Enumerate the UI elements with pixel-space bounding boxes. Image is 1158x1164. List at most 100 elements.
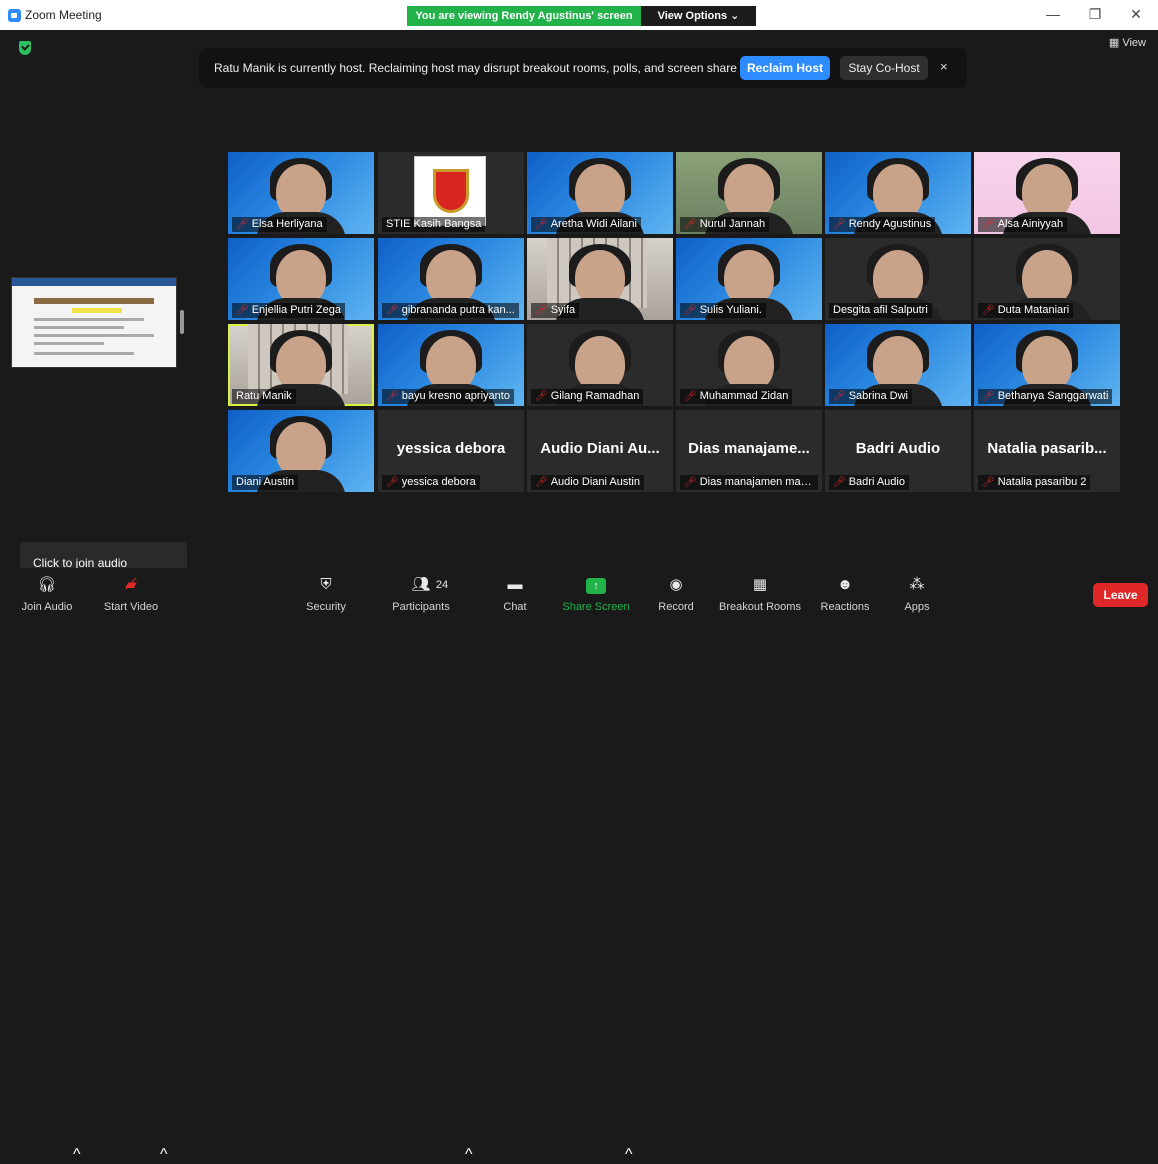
reactions-label: Reactions xyxy=(820,601,870,613)
restore-icon[interactable]: ❐ xyxy=(1085,6,1105,23)
participants-label: Participants xyxy=(392,601,450,613)
audio-caret-icon[interactable]: ^ xyxy=(73,1146,81,1164)
participant-tile[interactable]: Dias manajame... 🎤︎ Dias manajamen malam xyxy=(676,410,822,492)
participant-display-name: Audio Diani Au... xyxy=(540,440,660,457)
stay-cohost-button[interactable]: Stay Co-Host xyxy=(840,56,928,80)
participant-name: Ratu Manik xyxy=(236,390,292,402)
participant-tile[interactable]: Audio Diani Au... 🎤︎ Audio Diani Austin xyxy=(527,410,673,492)
participant-name: Gilang Ramadhan xyxy=(550,390,640,402)
participant-name-label: 🎤︎ Gilang Ramadhan xyxy=(531,389,644,404)
zoom-logo-icon xyxy=(8,9,21,22)
participant-tile[interactable]: 🎤︎ Sulis Yuliani. xyxy=(676,238,822,320)
muted-mic-icon: 🎤︎ xyxy=(982,391,995,402)
record-button[interactable]: ◉ Record xyxy=(654,568,698,616)
participant-name: Sulis Yuliani. xyxy=(699,304,762,316)
participant-name-label: 🎤︎ Audio Diani Austin xyxy=(531,475,644,490)
headphones-icon: 🎧︎ xyxy=(37,576,57,593)
share-screen-label: Share Screen xyxy=(562,601,630,613)
participant-tile[interactable]: Badri Audio 🎤︎ Badri Audio xyxy=(825,410,971,492)
muted-mic-icon: 🎤︎ xyxy=(684,219,697,230)
participant-tile[interactable]: Diani Austin xyxy=(228,410,374,492)
participant-tile[interactable]: 🎤︎ gibrananda putra kan... xyxy=(378,238,524,320)
participant-name-label: 🎤︎ yessica debora xyxy=(382,475,480,490)
muted-mic-icon: 🎤︎ xyxy=(833,219,846,230)
minimize-icon[interactable]: — xyxy=(1043,6,1063,22)
participant-tile[interactable]: 🎤︎ Alsa Ainiyyah xyxy=(974,152,1120,234)
participant-tile[interactable]: Natalia pasarib... 🎤︎ Natalia pasaribu 2 xyxy=(974,410,1120,492)
close-notice-icon[interactable]: × xyxy=(940,59,948,74)
panel-resize-handle[interactable] xyxy=(180,310,184,334)
shared-screen-thumbnail[interactable] xyxy=(11,277,177,368)
view-options-label: View Options xyxy=(657,10,728,22)
start-video-button[interactable]: ▰̸ Start Video xyxy=(96,568,166,616)
participant-name-label: 🎤︎ Rendy Agustinus xyxy=(829,217,936,232)
chat-button[interactable]: ▬ Chat xyxy=(495,568,535,616)
breakout-grid-icon: ▦ xyxy=(752,576,768,593)
view-options-button[interactable]: View Options ⌄ xyxy=(641,6,756,26)
apps-label: Apps xyxy=(904,601,930,613)
breakout-rooms-label: Breakout Rooms xyxy=(719,601,801,613)
video-caret-icon[interactable]: ^ xyxy=(160,1146,168,1164)
meeting-stage: ▦ View Ratu Manik is currently host. Rec… xyxy=(0,30,1158,593)
participant-tile[interactable]: 🎤︎ Syifa xyxy=(527,238,673,320)
share-screen-button[interactable]: ↑ Share Screen xyxy=(560,568,632,616)
participant-name: STIE Kasih Bangsa xyxy=(386,218,482,230)
encryption-shield-icon[interactable] xyxy=(19,41,31,55)
participant-name: Audio Diani Austin xyxy=(550,476,640,488)
participant-tile[interactable]: 🎤︎ Rendy Agustinus xyxy=(825,152,971,234)
participant-tile[interactable]: 🎤︎ Sabrina Dwi xyxy=(825,324,971,406)
muted-mic-icon: 🎤︎ xyxy=(386,391,399,402)
breakout-rooms-button[interactable]: ▦ Breakout Rooms xyxy=(716,568,804,616)
participant-name-label: Ratu Manik xyxy=(232,389,296,404)
security-button[interactable]: ⛨ Security xyxy=(296,568,356,616)
participant-name-label: 🎤︎ Dias manajamen malam xyxy=(680,475,818,490)
participant-name: Muhammad Zidan xyxy=(699,390,789,402)
muted-mic-icon: 🎤︎ xyxy=(386,477,399,488)
security-shield-icon: ⛨ xyxy=(320,576,332,593)
record-label: Record xyxy=(658,601,694,613)
participant-tile[interactable]: 🎤︎ Nurul Jannah xyxy=(676,152,822,234)
participant-name-label: 🎤︎ Syifa xyxy=(531,303,580,318)
participant-tile[interactable]: 🎤︎ Elsa Herliyana xyxy=(228,152,374,234)
viewing-screen-banner: You are viewing Rendy Agustinus' screen xyxy=(407,6,641,26)
share-arrow-icon: ↑ xyxy=(586,578,606,594)
leave-button[interactable]: Leave xyxy=(1093,583,1148,607)
participant-tile[interactable]: 🎤︎ Aretha Widi Ailani xyxy=(527,152,673,234)
participant-name: Duta Mataniari xyxy=(997,304,1070,316)
participant-name-label: 🎤︎ Sabrina Dwi xyxy=(829,389,913,404)
reactions-button[interactable]: ☻ Reactions xyxy=(816,568,874,616)
participant-name-label: 🎤︎ Nurul Jannah xyxy=(680,217,770,232)
muted-mic-icon: 🎤︎ xyxy=(535,391,548,402)
participant-display-name: yessica debora xyxy=(396,440,506,457)
participant-name: Sabrina Dwi xyxy=(848,390,909,402)
reclaim-host-button[interactable]: Reclaim Host xyxy=(740,56,830,80)
apps-button[interactable]: ⁂ Apps xyxy=(896,568,938,616)
participant-name-label: Diani Austin xyxy=(232,475,299,490)
muted-mic-icon: 🎤︎ xyxy=(684,391,697,402)
participants-caret-icon[interactable]: ^ xyxy=(465,1146,473,1164)
muted-mic-icon: 🎤︎ xyxy=(535,305,548,316)
participant-name-label: 🎤︎ Badri Audio xyxy=(829,475,909,490)
video-off-icon: ▰̸ xyxy=(125,576,137,593)
participant-name: Enjellia Putri Zega xyxy=(251,304,341,316)
participant-tile[interactable]: 🎤︎ Enjellia Putri Zega xyxy=(228,238,374,320)
participant-tile[interactable]: 🎤︎ bayu kresno apriyanto xyxy=(378,324,524,406)
view-button[interactable]: ▦ View xyxy=(1109,36,1146,49)
grid-view-icon: ▦ xyxy=(1108,37,1120,49)
participant-tile[interactable]: 🎤︎ Bethanya Sanggarwati xyxy=(974,324,1120,406)
share-caret-icon[interactable]: ^ xyxy=(625,1146,633,1164)
participant-tile[interactable]: yessica debora 🎤︎ yessica debora xyxy=(378,410,524,492)
chat-bubble-icon: ▬ xyxy=(507,576,523,593)
participant-tile[interactable]: 🎤︎ Muhammad Zidan xyxy=(676,324,822,406)
participant-name: Rendy Agustinus xyxy=(848,218,932,230)
participant-tile[interactable]: STIE Kasih Bangsa xyxy=(378,152,524,234)
participant-tile[interactable]: 🎤︎ Duta Mataniari xyxy=(974,238,1120,320)
join-audio-button[interactable]: 🎧︎ Join Audio xyxy=(14,568,80,616)
participant-tile[interactable]: Desgita afil Salputri xyxy=(825,238,971,320)
chevron-down-icon: ⌄ xyxy=(730,10,740,22)
close-window-icon[interactable]: ✕ xyxy=(1126,6,1146,23)
participant-tile[interactable]: Ratu Manik xyxy=(228,324,374,406)
participants-button[interactable]: 👥︎ 24 Participants xyxy=(386,568,456,616)
participant-tile[interactable]: 🎤︎ Gilang Ramadhan xyxy=(527,324,673,406)
muted-mic-icon: 🎤︎ xyxy=(684,305,697,316)
